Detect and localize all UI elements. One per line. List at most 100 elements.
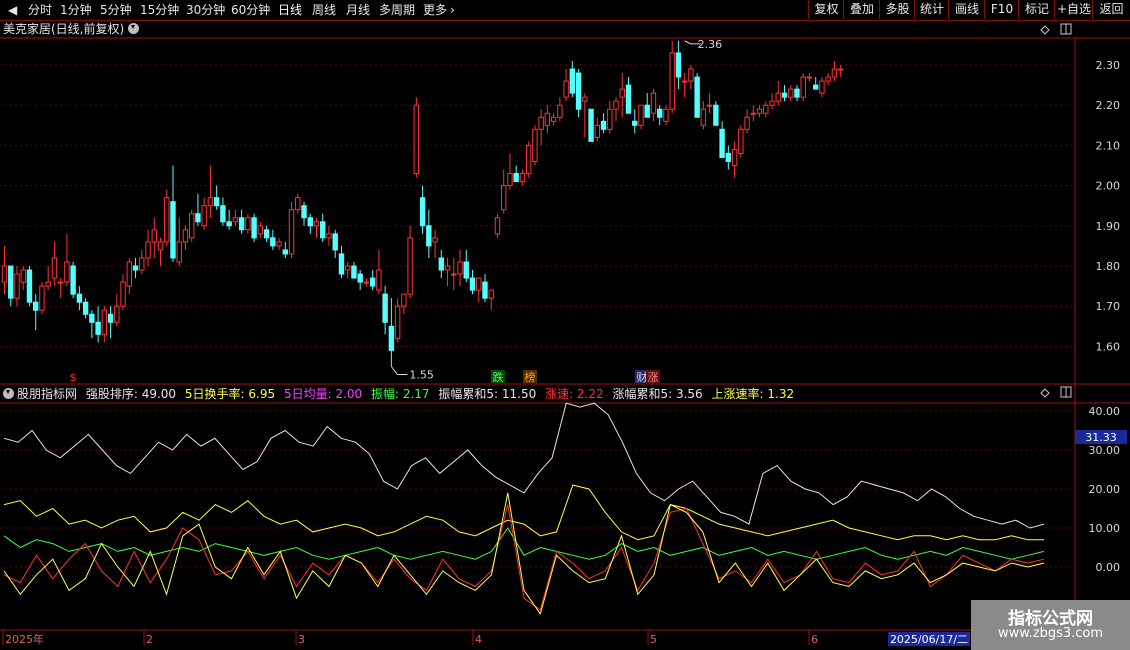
candle-down: [95, 321, 101, 335]
candle-up: [401, 293, 407, 307]
date-axis-label: 3: [298, 633, 305, 646]
candle-up: [313, 221, 320, 227]
watermark: 指标公式网 www.zbgs3.com: [971, 600, 1130, 650]
indicator-name[interactable]: 股朋指标网: [17, 387, 77, 401]
candle-down: [625, 84, 632, 114]
candle-down: [357, 273, 363, 283]
indicator-item-strength: 强股排序: 49.00: [85, 387, 177, 401]
candle-down: [657, 108, 663, 118]
indicator-item-rise-rate: 上涨速率: 1.32: [711, 387, 795, 401]
candle-down: [632, 120, 638, 126]
candle-up: [45, 281, 51, 287]
candle-down: [301, 205, 307, 219]
candle-up: [525, 144, 532, 175]
indicator-axis-label: 10.00: [1089, 522, 1121, 535]
candle-up: [594, 124, 600, 138]
candle-up: [837, 68, 844, 71]
candle-down: [238, 217, 245, 231]
event-marker: 涨: [648, 371, 659, 384]
candle-down: [382, 293, 388, 323]
watermark-url: www.zbgs3.com: [997, 626, 1104, 641]
candle-down: [569, 68, 576, 94]
candle-up: [20, 269, 26, 283]
indicator-axis-label: 30.00: [1089, 444, 1121, 457]
indicator-axis-label: 0.00: [1096, 561, 1121, 574]
event-marker: 财: [637, 370, 648, 384]
candle-down: [170, 201, 176, 259]
candle-up: [788, 88, 794, 98]
candle-down: [675, 52, 682, 78]
diamond-icon: [1040, 25, 1050, 35]
candle-up: [276, 241, 282, 247]
price-axis-label: 1.90: [1096, 220, 1121, 233]
strength-rank-line: [3, 402, 1045, 529]
event-marker: 榜: [525, 370, 536, 384]
indicator-lines: [3, 402, 1045, 615]
date-axis-label: 5: [650, 633, 657, 646]
candle-down: [388, 325, 395, 351]
candle-up: [176, 241, 182, 263]
candle-up: [457, 261, 463, 275]
candle-up: [738, 128, 744, 154]
candle-up: [432, 237, 438, 243]
indicator-dropdown-icon[interactable]: [3, 388, 14, 399]
candle-down: [70, 265, 76, 295]
candle-up: [582, 96, 588, 102]
candle-down: [270, 237, 276, 247]
candle-down: [781, 92, 788, 98]
candle-up: [126, 261, 132, 287]
candle-up: [14, 273, 20, 299]
candle-up: [295, 197, 301, 211]
candle-down: [725, 152, 732, 162]
candle-up: [182, 229, 189, 243]
indicator-item-speed: 涨速: 2.22: [545, 387, 604, 401]
kline-chart[interactable]: 2.30 2.20 2.10 2.00 1.90 1.80 1.70 1.60 2.36 1.5…: [0, 0, 1130, 650]
candle-up: [451, 273, 457, 276]
candle-up: [688, 68, 694, 82]
price-axis-label: 2.20: [1096, 99, 1121, 112]
candle-up: [345, 265, 351, 271]
date-axis-label: 2: [146, 633, 153, 646]
candle-up: [700, 108, 707, 126]
candle-up: [519, 173, 526, 183]
indicator-item-rise-sum5: 涨幅累和5: 3.56: [612, 387, 703, 401]
candle-up: [825, 76, 831, 82]
candle-up: [538, 116, 544, 130]
candle-up: [232, 217, 239, 223]
candle-up: [731, 148, 738, 166]
candle-up: [550, 116, 557, 122]
candle-down: [8, 265, 14, 299]
indicator-item-turnover5: 5日换手率: 6.95: [184, 387, 276, 401]
candle-down: [76, 293, 83, 303]
candle-up: [407, 237, 413, 295]
candle-down: [33, 301, 39, 311]
candle-up: [613, 100, 619, 110]
candle-up: [681, 80, 688, 83]
candle-up: [800, 76, 806, 98]
candle-up: [532, 128, 538, 162]
candle-down: [307, 217, 313, 227]
candlestick-series: [1, 40, 844, 367]
candle-up: [650, 92, 657, 114]
candle-down: [26, 269, 33, 303]
candle-down: [82, 301, 89, 315]
candle-up: [145, 241, 151, 259]
candle-up: [494, 217, 501, 235]
candle-up: [51, 257, 58, 279]
candle-up: [157, 241, 164, 251]
candle-down: [694, 76, 700, 118]
candle-down: [338, 253, 345, 275]
candle-up: [831, 68, 838, 78]
candle-down: [794, 88, 800, 98]
candle-down: [263, 229, 270, 239]
date-axis-label: 2025年: [5, 632, 44, 646]
candle-down: [438, 257, 445, 271]
candle-up: [201, 205, 207, 227]
candle-up: [563, 80, 569, 98]
price-axis-label: 1.70: [1096, 300, 1121, 313]
candle-down: [220, 205, 226, 223]
candle-down: [132, 265, 139, 271]
candle-up: [64, 261, 70, 283]
candle-down: [332, 233, 338, 251]
amplitude-line: [3, 527, 1045, 560]
